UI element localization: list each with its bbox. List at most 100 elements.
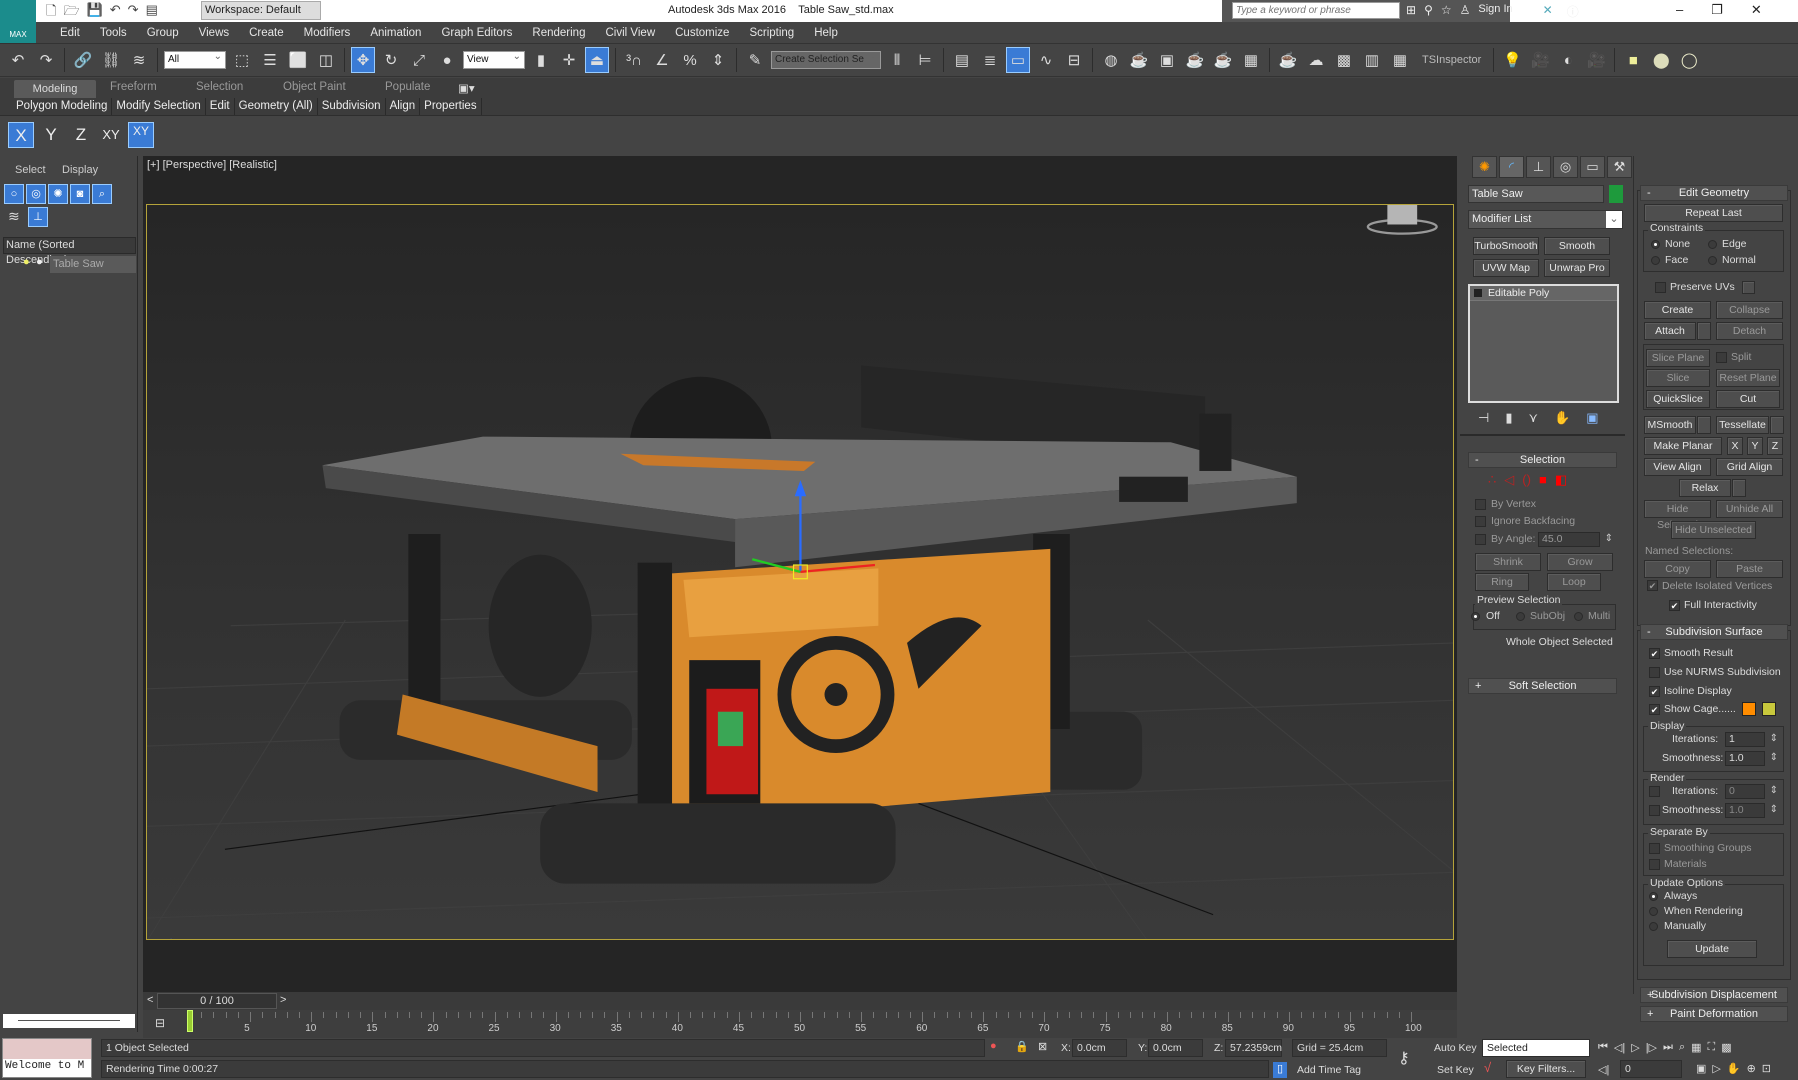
subdivision-surface-rollout-header[interactable]: - Subdivision Surface xyxy=(1640,624,1788,640)
select-by-name-icon[interactable]: ☰ xyxy=(258,47,282,73)
current-frame-field[interactable]: 0 xyxy=(1620,1060,1682,1078)
tessellate-settings-button[interactable] xyxy=(1770,416,1784,434)
grow-button[interactable]: Grow xyxy=(1547,553,1613,571)
ignore-backfacing-checkbox[interactable] xyxy=(1475,516,1486,527)
undo-icon[interactable]: ↶ xyxy=(110,2,121,24)
select-object-icon[interactable]: ⬚ xyxy=(230,47,254,73)
slice-plane-button[interactable]: Slice Plane xyxy=(1646,349,1710,367)
by-angle-checkbox[interactable] xyxy=(1475,534,1486,545)
app-logo-button[interactable]: MAX xyxy=(0,0,36,43)
display-iterations-spinner[interactable]: 1 xyxy=(1725,732,1778,747)
motion-tab-icon[interactable]: ◎ xyxy=(1553,156,1578,178)
menu-rendering[interactable]: Rendering xyxy=(522,27,595,39)
maximize-viewport-icon[interactable]: ⊡ xyxy=(1762,1062,1771,1075)
display-shapes-icon[interactable]: ◎ xyxy=(26,184,46,204)
window-crossing-icon[interactable]: ◫ xyxy=(314,47,338,73)
menu-scripting[interactable]: Scripting xyxy=(739,27,804,39)
axis-z-button[interactable]: Z xyxy=(68,122,94,148)
exchange-icon[interactable]: ✕ xyxy=(1543,3,1553,20)
ring-button[interactable]: Ring xyxy=(1475,573,1529,591)
keyboard-shortcut-override-icon[interactable]: ⏏ xyxy=(585,47,609,73)
soft-selection-rollout-header[interactable]: + Soft Selection xyxy=(1468,678,1617,694)
constraint-edge-radio[interactable] xyxy=(1708,240,1717,249)
mirror-icon[interactable]: ⫴ xyxy=(885,47,909,73)
smoothing-groups-checkbox[interactable] xyxy=(1649,843,1660,854)
delete-isolated-checkbox[interactable]: ✔ xyxy=(1647,580,1658,591)
render-teapot-icon[interactable]: ☕ xyxy=(1276,47,1300,73)
make-planar-button[interactable]: Make Planar xyxy=(1644,437,1722,455)
slice-button[interactable]: Slice xyxy=(1646,369,1710,387)
binoculars-icon[interactable]: ⊞ xyxy=(1406,3,1416,20)
select-rotate-icon[interactable]: ↻ xyxy=(379,47,403,73)
project-icon[interactable]: ▤ xyxy=(146,2,158,24)
rectangular-selection-icon[interactable]: ⬜ xyxy=(286,47,310,73)
search-input[interactable] xyxy=(1232,2,1400,19)
layers-icon[interactable]: ≋ xyxy=(8,208,20,225)
unwrap-pro-button[interactable]: Unwrap Pro xyxy=(1544,259,1610,277)
render-toggle-icon[interactable]: ● xyxy=(36,256,43,268)
angle-snap-icon[interactable]: ∠ xyxy=(650,47,674,73)
panel-align[interactable]: Align xyxy=(386,98,421,115)
time-slider[interactable]: < 0 / 100 > xyxy=(143,992,1457,1010)
column-header[interactable]: Name (Sorted Descending) xyxy=(3,237,136,266)
isoline-display-checkbox[interactable]: ✔ xyxy=(1649,686,1660,697)
by-angle-spinner[interactable]: 45.0 xyxy=(1538,532,1613,547)
tab-select[interactable]: Select xyxy=(15,164,46,176)
light-icon[interactable]: 💡 xyxy=(1500,47,1524,73)
key-mode-toggle-icon[interactable]: ◁| xyxy=(1598,1063,1609,1076)
tsinspector-button[interactable]: TSInspector xyxy=(1422,54,1481,66)
attach-button[interactable]: Attach xyxy=(1644,322,1696,340)
menu-graph-editors[interactable]: Graph Editors xyxy=(431,27,522,39)
redo-icon[interactable]: ↷ xyxy=(128,2,139,24)
curve-editor-icon[interactable]: ∿ xyxy=(1034,47,1058,73)
update-manually-radio[interactable] xyxy=(1649,922,1658,931)
maxscript-listener[interactable]: Welcome to M xyxy=(2,1038,92,1078)
snaps-toggle-icon[interactable]: ³∩ xyxy=(622,47,646,73)
current-frame-marker[interactable] xyxy=(187,1010,193,1032)
layer-explorer-icon[interactable]: ≣ xyxy=(978,47,1002,73)
paint-deformation-rollout-header[interactable]: + Paint Deformation xyxy=(1640,1006,1788,1022)
render-iterations-spinner[interactable]: 0 xyxy=(1725,784,1778,799)
tab-freeform[interactable]: Freeform xyxy=(110,81,157,93)
paste-button[interactable]: Paste xyxy=(1716,560,1783,578)
rendered-frame-window-icon[interactable]: ▣ xyxy=(1155,47,1179,73)
zoom-extents-all-icon[interactable]: ▩ xyxy=(1721,1041,1731,1054)
tab-object-paint[interactable]: Object Paint xyxy=(283,81,346,93)
object-name-field[interactable]: Table Saw xyxy=(1468,185,1604,203)
tab-selection[interactable]: Selection xyxy=(196,81,243,93)
square-light-icon[interactable]: ■ xyxy=(1621,47,1645,73)
menu-civil-view[interactable]: Civil View xyxy=(595,27,665,39)
render-iterations-checkbox[interactable] xyxy=(1649,786,1660,797)
render-smoothness-spinner[interactable]: 1.0 xyxy=(1725,803,1778,818)
z-coordinate-field[interactable]: 57.2359cm xyxy=(1225,1039,1282,1057)
panel-polygon-modeling[interactable]: Polygon Modeling xyxy=(12,98,113,115)
link-icon[interactable]: 🔗 xyxy=(71,47,95,73)
preserve-uvs-settings-button[interactable] xyxy=(1742,281,1755,294)
axis-y-button[interactable]: Y xyxy=(38,122,64,148)
full-interactivity-checkbox[interactable]: ✔ xyxy=(1669,600,1680,611)
go-to-end-icon[interactable]: ⏭ xyxy=(1663,1041,1673,1054)
use-nurms-checkbox[interactable] xyxy=(1649,667,1660,678)
table-icon[interactable]: ▦ xyxy=(1388,47,1412,73)
set-key-button[interactable]: Set Key xyxy=(1437,1064,1474,1076)
tab-display[interactable]: Display xyxy=(62,164,98,176)
material-editor-icon[interactable]: ◍ xyxy=(1099,47,1123,73)
menu-modifiers[interactable]: Modifiers xyxy=(294,27,361,39)
time-tag-icon[interactable]: ▯ xyxy=(1273,1062,1287,1078)
pan-icon[interactable]: ✋ xyxy=(1727,1062,1741,1075)
add-time-tag-button[interactable]: Add Time Tag xyxy=(1297,1064,1361,1076)
repeat-last-button[interactable]: Repeat Last xyxy=(1644,204,1783,222)
quickslice-button[interactable]: QuickSlice xyxy=(1646,390,1710,408)
create-button[interactable]: Create xyxy=(1644,301,1711,319)
cage-color-swatch[interactable] xyxy=(1742,702,1756,716)
expand-icon[interactable] xyxy=(1474,289,1482,297)
panel-geometry-all[interactable]: Geometry (All) xyxy=(235,98,318,115)
utilities-tab-icon[interactable]: ⚒ xyxy=(1607,156,1632,178)
configure-modifier-sets-icon[interactable]: ▣ xyxy=(1586,410,1598,426)
light-bulb-icon[interactable]: ● xyxy=(23,256,30,268)
viewport-label-menu[interactable]: [+] [Perspective] [Realistic] xyxy=(147,159,277,171)
tab-populate[interactable]: Populate xyxy=(385,81,430,93)
sphere-light-icon[interactable]: ◯ xyxy=(1677,47,1701,73)
materials-checkbox[interactable] xyxy=(1649,859,1660,870)
auto-key-button[interactable]: Auto Key xyxy=(1434,1042,1477,1054)
